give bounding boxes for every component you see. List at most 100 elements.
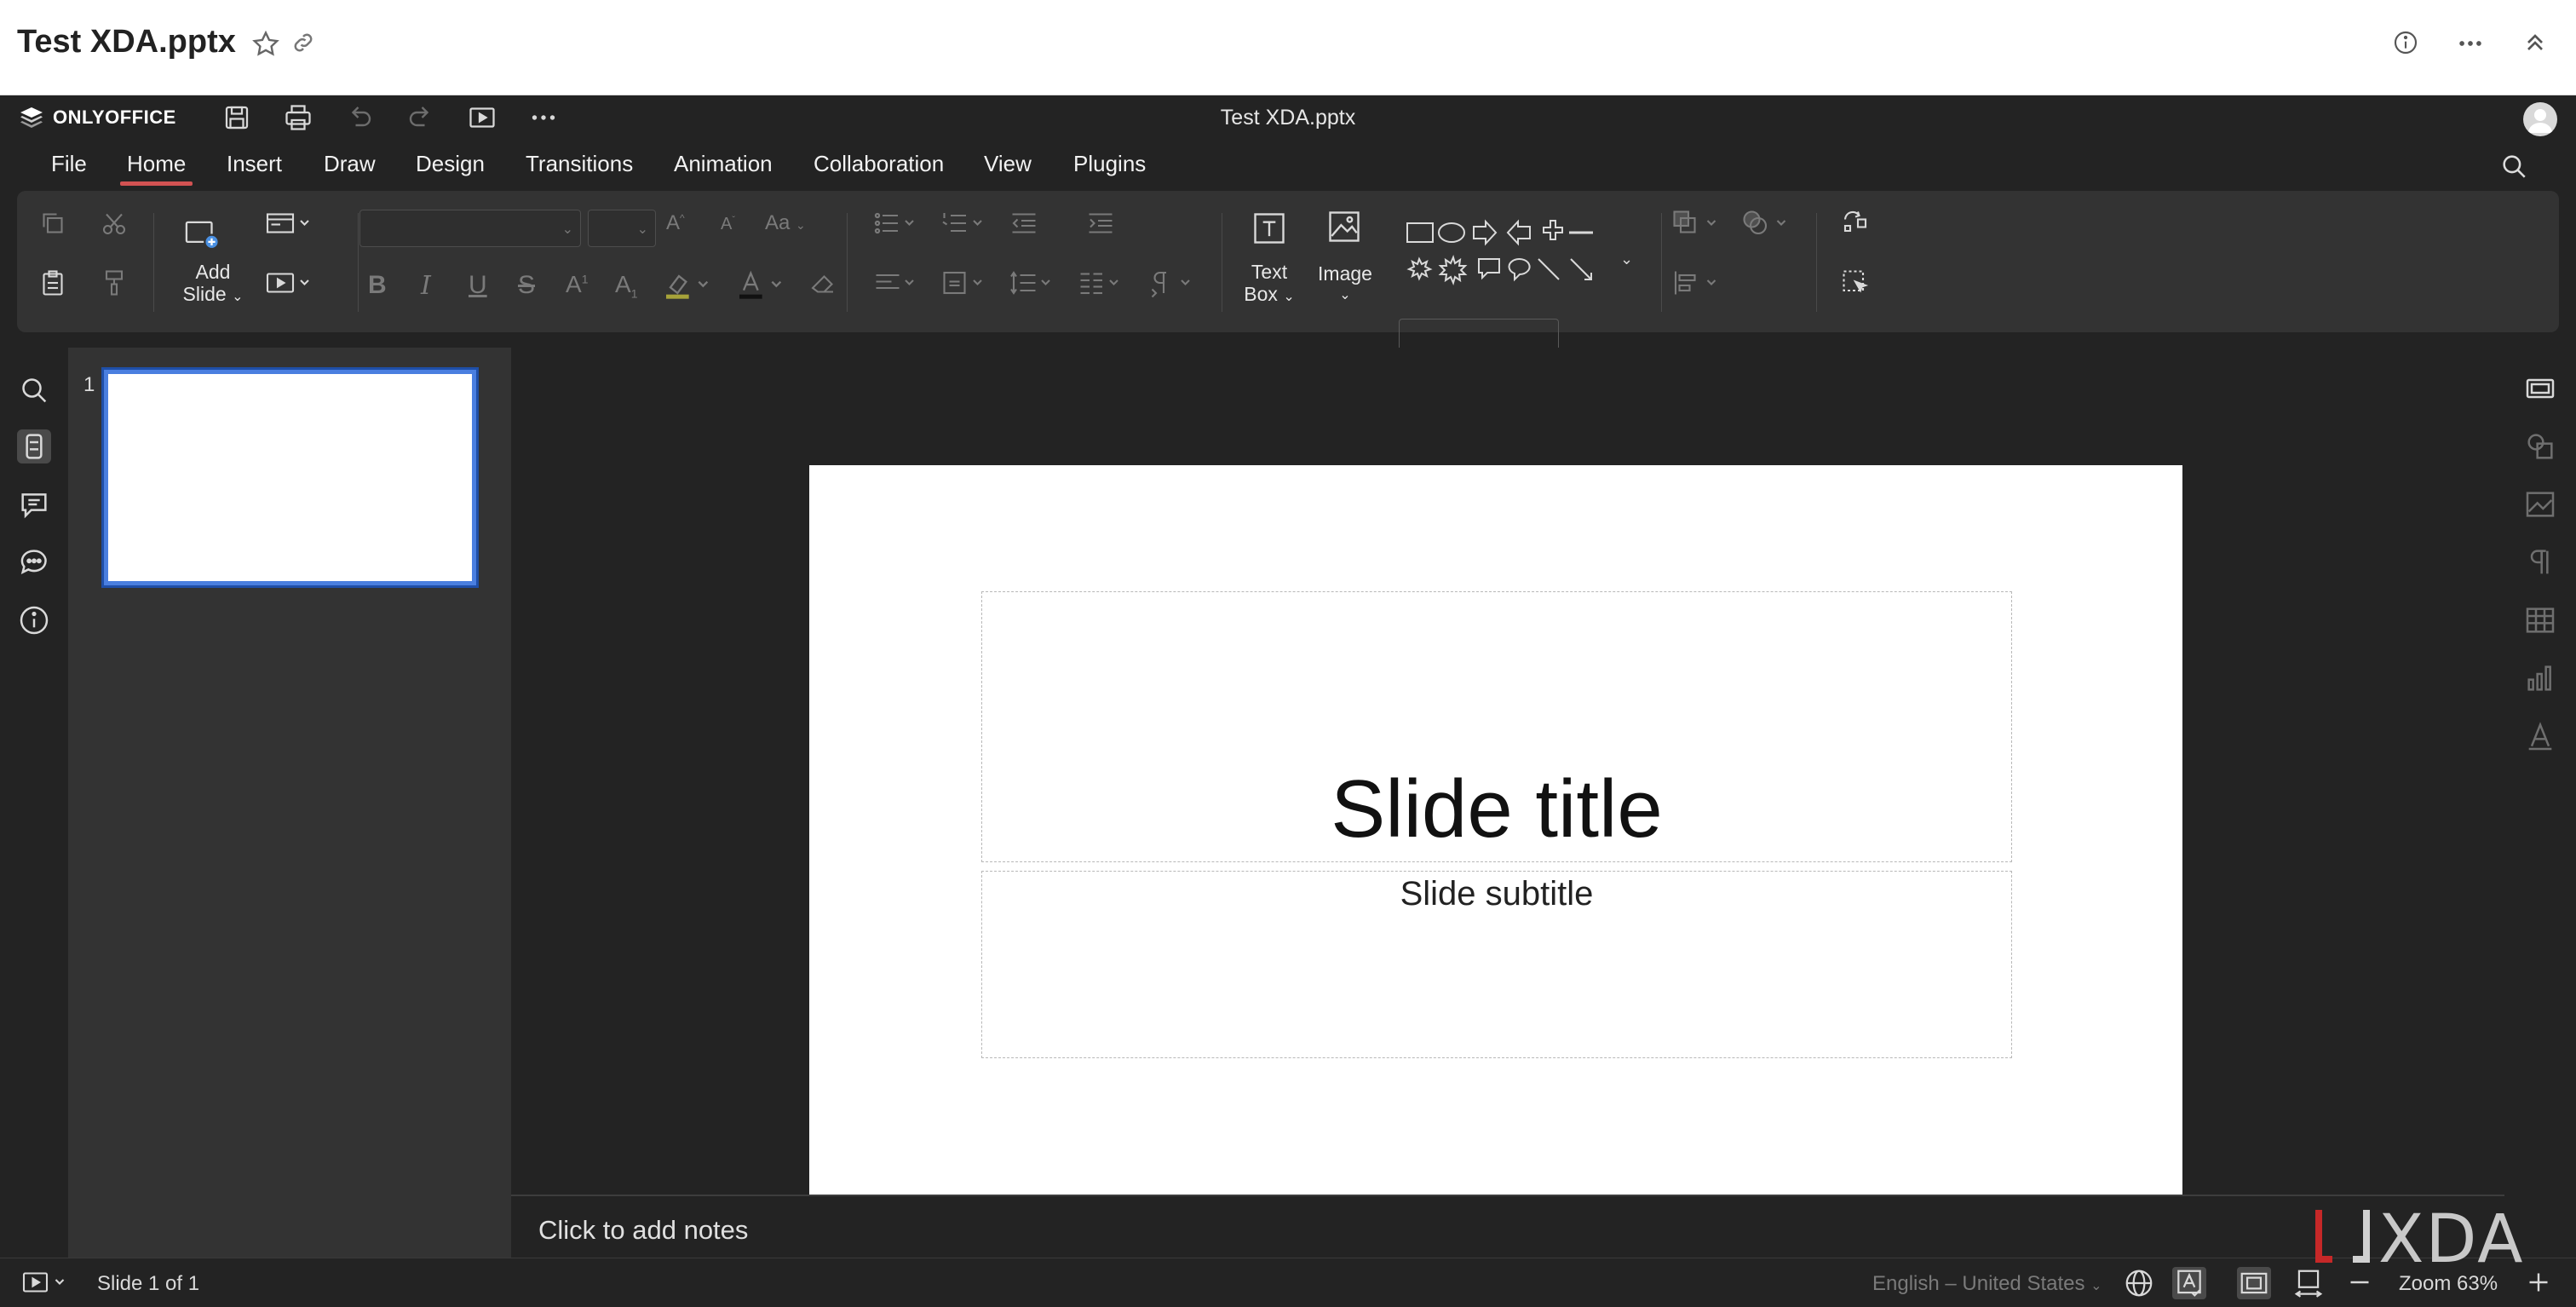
user-avatar[interactable]: [2523, 102, 2557, 136]
slide-subtitle-text[interactable]: Slide subtitle: [982, 875, 2011, 913]
subtitle-placeholder[interactable]: Slide subtitle: [981, 871, 2012, 1058]
tab-collaboration[interactable]: Collaboration: [814, 147, 944, 181]
about-panel-button[interactable]: [17, 603, 51, 637]
text-box-icon: [1254, 213, 1285, 244]
align-shape-button[interactable]: [1666, 268, 1726, 298]
shape-settings-button[interactable]: [2523, 429, 2557, 463]
more-options-icon[interactable]: [2453, 29, 2487, 63]
strikethrough-button[interactable]: S: [518, 271, 535, 300]
slides-panel-button[interactable]: [17, 429, 51, 463]
tab-insert[interactable]: Insert: [227, 147, 282, 181]
font-size-select[interactable]: ⌄: [588, 210, 656, 247]
tab-transitions[interactable]: Transitions: [526, 147, 633, 181]
favorite-star-icon[interactable]: [249, 29, 283, 63]
tab-plugins[interactable]: Plugins: [1073, 147, 1146, 181]
clear-style-button[interactable]: [808, 268, 838, 298]
copy-button[interactable]: [37, 208, 68, 239]
collapse-icon[interactable]: [2518, 29, 2552, 63]
search-button[interactable]: [2499, 152, 2528, 181]
bullets-button[interactable]: [869, 208, 922, 239]
notes-placeholder[interactable]: Click to add notes: [538, 1215, 748, 1246]
font-name-select[interactable]: ⌄: [359, 210, 581, 247]
tab-draw[interactable]: Draw: [324, 147, 376, 181]
text-art-settings-button[interactable]: [2523, 719, 2557, 753]
font-color-button[interactable]: [734, 268, 787, 302]
line-spacing-button[interactable]: [1005, 268, 1058, 298]
increase-indent-icon: [1089, 213, 1113, 233]
slide-thumbnail[interactable]: [101, 367, 479, 588]
increase-font-button[interactable]: A^: [666, 211, 685, 235]
copy-icon: [43, 213, 63, 233]
format-painter-button[interactable]: [99, 268, 129, 298]
info-icon[interactable]: [2389, 29, 2423, 63]
horizontal-align-button[interactable]: [869, 268, 922, 298]
shapes-more-button[interactable]: ⌄: [1620, 250, 1633, 268]
subscript-button[interactable]: A1: [615, 271, 637, 301]
chart-settings-button[interactable]: [2523, 661, 2557, 695]
host-header: Test XDA.pptx: [0, 0, 2576, 95]
arrange-shape-button[interactable]: [1666, 208, 1726, 239]
decrease-indent-button[interactable]: [1009, 208, 1039, 239]
search-panel-button[interactable]: [17, 373, 51, 407]
change-layout-button[interactable]: [264, 208, 312, 239]
text-direction-button[interactable]: [1145, 268, 1198, 298]
paste-button[interactable]: [37, 268, 68, 298]
bold-button[interactable]: B: [368, 271, 387, 300]
increase-indent-button[interactable]: [1085, 208, 1116, 239]
fit-to-slide-button[interactable]: [2237, 1267, 2271, 1299]
group-shape-button[interactable]: [1736, 208, 1796, 239]
notes-panel[interactable]: Click to add notes: [511, 1195, 2504, 1258]
vertical-align-button[interactable]: [937, 268, 990, 298]
tab-view[interactable]: View: [984, 147, 1032, 181]
font-color-icon: [739, 270, 782, 299]
table-settings-button[interactable]: [2523, 603, 2557, 637]
logo-text: ONLYOFFICE: [53, 107, 176, 128]
redo-button[interactable]: [405, 102, 440, 133]
chat-panel-button[interactable]: [17, 545, 51, 579]
paragraph-settings-button[interactable]: [2523, 545, 2557, 579]
shapes-gallery-items[interactable]: [1402, 213, 1615, 290]
slideshow-dropdown-button[interactable]: [264, 268, 312, 298]
tab-animation[interactable]: Animation: [674, 147, 773, 181]
group-icon: [1743, 210, 1786, 235]
copy-link-icon[interactable]: [286, 29, 320, 63]
undo-button[interactable]: [344, 102, 378, 133]
select-all-button[interactable]: [1840, 268, 1871, 298]
tab-home[interactable]: Home: [119, 147, 193, 186]
bullets-icon: [874, 212, 914, 234]
slide-canvas[interactable]: Slide title Slide subtitle: [809, 465, 2182, 1237]
language-select[interactable]: English – United States ⌄: [1872, 1272, 2102, 1296]
text-box-button[interactable]: [1251, 210, 1288, 247]
image-settings-button[interactable]: [2523, 487, 2557, 521]
slideshow-start-button[interactable]: [19, 1267, 65, 1299]
zoom-in-button[interactable]: [2523, 1267, 2557, 1299]
spell-check-button[interactable]: [2172, 1267, 2206, 1299]
title-placeholder[interactable]: Slide title: [981, 591, 2012, 862]
zoom-out-button[interactable]: [2344, 1267, 2378, 1299]
italic-button[interactable]: I: [421, 271, 431, 301]
columns-button[interactable]: [1073, 268, 1126, 298]
tab-design[interactable]: Design: [416, 147, 485, 181]
play-slide-icon: [266, 273, 309, 293]
superscript-button[interactable]: A1: [566, 271, 588, 298]
underline-button[interactable]: U: [469, 271, 487, 300]
fit-to-width-button[interactable]: [2291, 1267, 2326, 1299]
decrease-font-button[interactable]: Aˇ: [721, 215, 735, 234]
add-slide-button[interactable]: [182, 216, 221, 250]
slide-settings-button[interactable]: [2523, 371, 2557, 406]
start-slideshow-button[interactable]: [467, 102, 501, 133]
image-button[interactable]: [1325, 208, 1363, 245]
highlight-color-button[interactable]: [661, 268, 714, 302]
numbering-button[interactable]: [937, 208, 990, 239]
tab-file[interactable]: File: [51, 147, 87, 181]
comments-panel-button[interactable]: [17, 487, 51, 521]
image-icon: [1329, 211, 1360, 242]
print-button[interactable]: [283, 102, 317, 133]
document-language-button[interactable]: [2123, 1267, 2157, 1299]
replace-button[interactable]: [1840, 208, 1871, 239]
slide-title-text[interactable]: Slide title: [982, 763, 2011, 856]
save-button[interactable]: [221, 102, 256, 133]
quick-access-more-button[interactable]: [528, 102, 562, 133]
cut-button[interactable]: [99, 208, 129, 239]
change-case-button[interactable]: Aa ⌄: [765, 211, 806, 235]
